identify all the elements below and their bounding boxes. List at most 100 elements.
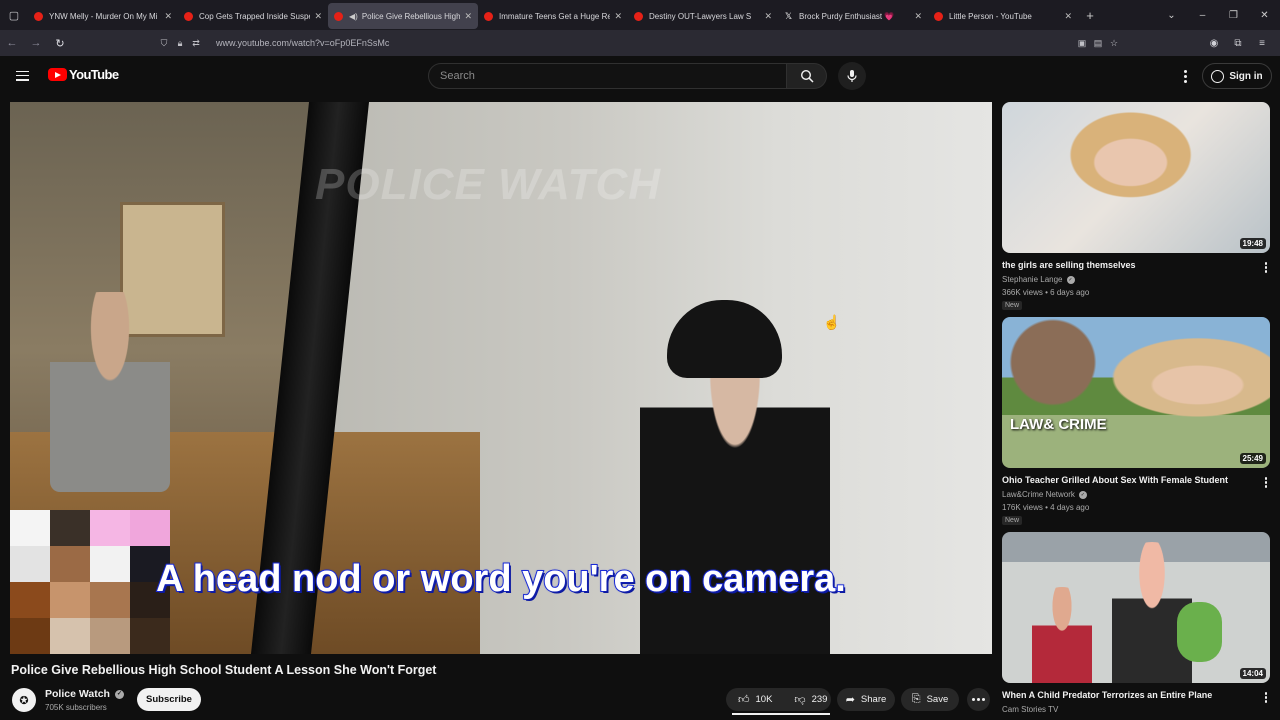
channel-name-text[interactable]: Law&Crime Network — [1002, 490, 1075, 499]
youtube-favicon-icon — [184, 11, 193, 21]
video-frame-seated-man — [50, 292, 170, 492]
lock-icon[interactable]: 🔒︎ — [172, 38, 188, 49]
x-favicon-icon: 𝕏 — [784, 10, 793, 21]
recommendation-item[interactable]: 19:48 the girls are selling themselves S… — [1002, 102, 1270, 310]
forward-icon[interactable]: → — [24, 37, 48, 49]
recommendation-item[interactable]: 14:04 When A Child Predator Terrorizes a… — [1002, 532, 1270, 714]
more-actions-button[interactable] — [967, 688, 990, 711]
browser-nav-bar: ← → ↻ ⛉ 🔒︎ ⇄ www.youtube.com/watch?v=oFp… — [0, 30, 1280, 56]
restore-icon[interactable]: ❐ — [1218, 10, 1249, 21]
tab-list-icon[interactable]: ▢ — [0, 0, 28, 30]
minimize-icon[interactable]: – — [1187, 10, 1218, 21]
channel-name-text[interactable]: Police Watch — [45, 688, 110, 700]
permissions-icon[interactable]: ⇄ — [188, 38, 204, 49]
voice-search-button[interactable] — [838, 62, 866, 90]
tab-close-icon[interactable]: ✕ — [164, 11, 172, 22]
browser-tab-2[interactable]: Cop Gets Trapped Inside Suspe ✕ — [178, 3, 328, 29]
tab-title: Destiny OUT-Lawyers Law S — [649, 11, 752, 21]
sign-in-button[interactable]: Sign in — [1202, 63, 1272, 89]
microphone-icon — [847, 70, 857, 82]
tab-close-icon[interactable]: ✕ — [614, 11, 622, 22]
new-tab-icon[interactable]: + — [1078, 8, 1102, 23]
tab-close-icon[interactable]: ✕ — [464, 11, 472, 22]
tab-title: Cop Gets Trapped Inside Suspe — [199, 11, 311, 21]
verified-check-icon: ✓ — [114, 689, 124, 699]
recommendation-channel: Cam Stories TV — [1002, 705, 1058, 714]
back-icon[interactable]: ← — [0, 37, 24, 49]
channel-avatar[interactable]: ✪ — [12, 688, 36, 712]
tab-title: Immature Teens Get a Huge Re — [499, 11, 611, 21]
youtube-favicon-icon — [484, 11, 493, 21]
reader-view-icon[interactable]: ▤ — [1090, 38, 1106, 49]
dislike-count: 239 — [811, 694, 828, 705]
video-thumbnail[interactable]: 14:04 — [1002, 532, 1270, 683]
share-label: Share — [860, 694, 887, 705]
reload-icon[interactable]: ↻ — [48, 37, 72, 50]
search-icon — [800, 69, 814, 83]
search-button[interactable] — [787, 63, 827, 89]
subscribe-button[interactable]: Subscribe — [137, 688, 201, 711]
browser-tab-7[interactable]: Little Person - YouTube ✕ — [928, 3, 1078, 29]
picture-in-picture-icon[interactable]: ▣ — [1074, 38, 1090, 49]
recommendation-title[interactable]: the girls are selling themselves — [1002, 260, 1136, 270]
search-box[interactable] — [428, 63, 787, 89]
browser-tab-3-active[interactable]: ◀) Police Give Rebellious High ✕ — [328, 3, 478, 29]
recommendation-title[interactable]: When A Child Predator Terrorizes an Enti… — [1002, 690, 1212, 700]
recommendation-meta: 176K views • 4 days ago — [1002, 503, 1090, 512]
recommendation-title[interactable]: Ohio Teacher Grilled About Sex With Fema… — [1002, 475, 1228, 485]
account-icon[interactable]: ◉ — [1202, 38, 1226, 49]
url-text[interactable]: www.youtube.com/watch?v=oFp0EFnSsMc — [216, 38, 389, 48]
youtube-favicon-icon — [334, 11, 343, 21]
browser-tab-1[interactable]: YNW Melly - Murder On My Mi ✕ — [28, 3, 178, 29]
duration-badge: 14:04 — [1239, 668, 1266, 679]
thumbnail-logo-text: LAW& CRIME — [1010, 416, 1107, 433]
thumbnail-figure — [1032, 587, 1092, 683]
list-tabs-icon[interactable]: ⌄ — [1156, 10, 1187, 21]
channel-name-text[interactable]: Stephanie Lange — [1002, 275, 1063, 284]
video-thumbnail[interactable]: 19:48 — [1002, 102, 1270, 253]
guide-menu-icon[interactable] — [16, 68, 32, 84]
shield-icon[interactable]: ⛉ — [156, 38, 172, 49]
bookmark-icon: ⎘ — [911, 693, 921, 705]
dislike-button[interactable]: 👎︎ 239 — [782, 688, 837, 711]
youtube-logo[interactable]: YouTube — [48, 67, 119, 82]
bookmark-star-icon[interactable]: ☆ — [1106, 38, 1122, 49]
video-watermark: POLICE WATCH — [315, 160, 662, 209]
tab-close-icon[interactable]: ✕ — [1064, 11, 1072, 22]
duration-badge: 19:48 — [1239, 238, 1266, 249]
close-window-icon[interactable]: ✕ — [1249, 10, 1280, 21]
video-thumbnail[interactable]: LAW& CRIME 25:49 — [1002, 317, 1270, 468]
like-dislike-group: 👍︎ 10K 👎︎ 239 — [726, 688, 831, 715]
tab-close-icon[interactable]: ✕ — [914, 11, 922, 22]
browser-tab-4[interactable]: Immature Teens Get a Huge Re ✕ — [478, 3, 628, 29]
menu-icon[interactable]: ≡ — [1250, 38, 1274, 49]
save-label: Save — [926, 694, 949, 705]
item-menu-icon[interactable] — [1264, 477, 1267, 488]
item-menu-icon[interactable] — [1264, 262, 1267, 273]
tab-close-icon[interactable]: ✕ — [764, 11, 772, 22]
like-button[interactable]: 👍︎ 10K — [726, 688, 782, 711]
browser-tab-5[interactable]: Destiny OUT-Lawyers Law S ✕ — [628, 3, 778, 29]
address-bar[interactable]: ⛉ 🔒︎ ⇄ www.youtube.com/watch?v=oFp0EFnSs… — [156, 33, 1122, 53]
settings-more-icon[interactable] — [1178, 67, 1192, 85]
duration-badge: 25:49 — [1239, 453, 1266, 464]
youtube-favicon-icon — [34, 11, 43, 21]
verified-check-icon: ✓ — [1066, 275, 1075, 284]
like-ratio-bar — [732, 713, 830, 715]
save-button[interactable]: ⎘ Save — [901, 688, 959, 711]
new-badge: New — [1002, 516, 1023, 525]
browser-tab-6[interactable]: 𝕏 Brock Purdy Enthusiast 💗 ✕ — [778, 3, 928, 29]
share-button[interactable]: ➦ Share — [837, 688, 895, 711]
video-player[interactable]: POLICE WATCH A head nod or word you're o… — [10, 102, 992, 654]
channel-name[interactable]: Police Watch ✓ — [45, 688, 124, 700]
item-menu-icon[interactable] — [1264, 692, 1267, 703]
tab-close-icon[interactable]: ✕ — [314, 11, 322, 22]
video-caption: A head nod or word you're on camera. — [155, 557, 847, 601]
youtube-favicon-icon — [934, 11, 943, 21]
new-badge: New — [1002, 301, 1023, 310]
recommendation-item[interactable]: LAW& CRIME 25:49 Ohio Teacher Grilled Ab… — [1002, 317, 1270, 525]
channel-name-text[interactable]: Cam Stories TV — [1002, 705, 1058, 714]
speaker-icon[interactable]: ◀) — [349, 12, 358, 21]
search-input[interactable] — [429, 64, 786, 88]
extensions-icon[interactable]: ⧉ — [1226, 38, 1250, 49]
